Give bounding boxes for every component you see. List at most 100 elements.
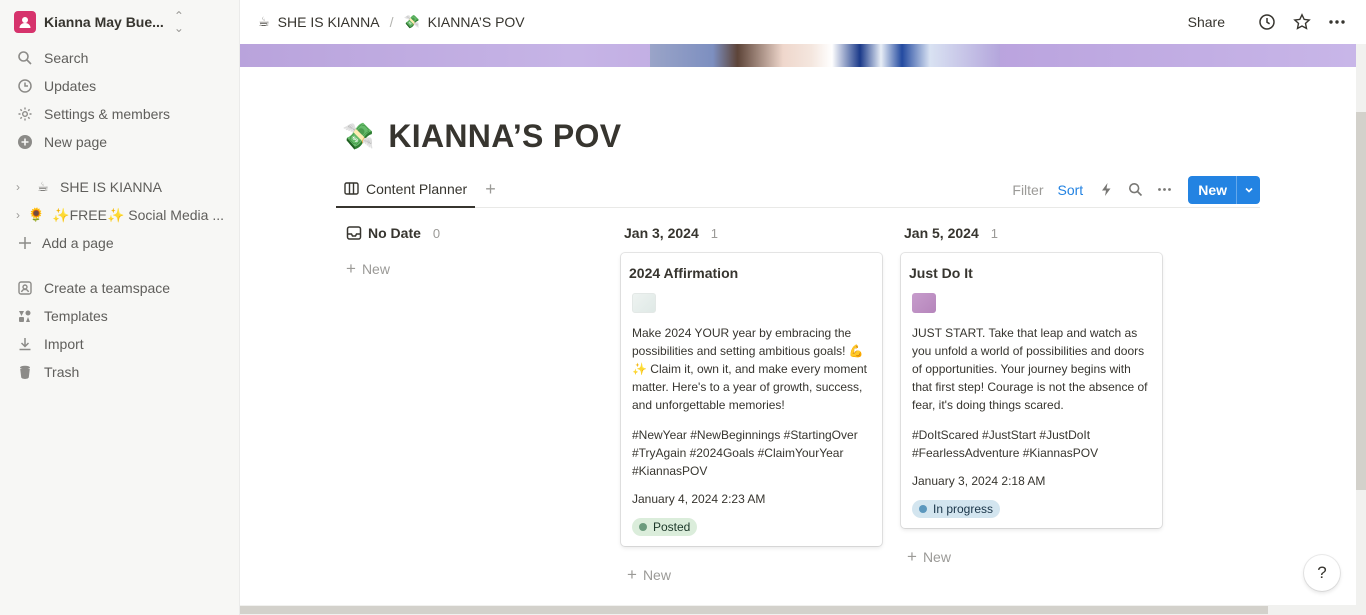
- import-icon: [16, 335, 34, 353]
- workspace-switcher[interactable]: Kianna May Bue... ⌃ ⌄: [0, 0, 239, 44]
- plus-icon: +: [627, 565, 637, 584]
- sidebar: Kianna May Bue... ⌃ ⌄ Search Updates Sett…: [0, 0, 240, 615]
- sidebar-item-updates[interactable]: Updates: [0, 72, 239, 100]
- sidebar-item-search[interactable]: Search: [0, 44, 239, 72]
- status-badge: In progress: [912, 500, 1001, 518]
- trash-icon: [16, 363, 34, 381]
- sidebar-add-page[interactable]: Add a page: [0, 229, 239, 257]
- database-view-bar: Content Planner + Filter Sort New: [336, 172, 1260, 208]
- card-body: Make 2024 YOUR year by embracing the pos…: [632, 326, 868, 412]
- inbox-icon: [346, 226, 362, 240]
- help-button[interactable]: ?: [1304, 555, 1340, 591]
- money-icon: 💸: [342, 121, 375, 151]
- page-cover: [240, 44, 1356, 67]
- column-count: 1: [990, 225, 998, 241]
- card-thumbnail: [912, 293, 936, 313]
- sidebar-item-label: New page: [44, 134, 108, 150]
- tab-content-planner[interactable]: Content Planner: [336, 172, 476, 208]
- add-new-jan-5[interactable]: + New: [907, 547, 951, 567]
- sidebar-page-label: SHE IS KIANNA: [60, 179, 162, 195]
- coffee-icon: ☕: [37, 179, 49, 194]
- sidebar-item-templates[interactable]: Templates: [0, 302, 239, 330]
- plus-circle-icon: [16, 133, 34, 151]
- add-new-no-date[interactable]: + New: [346, 259, 390, 279]
- more-icon[interactable]: [1155, 181, 1173, 199]
- page-title[interactable]: KIANNA’S POV: [388, 118, 621, 155]
- sunflower-icon: 🌻: [28, 207, 45, 222]
- add-view-button[interactable]: +: [485, 179, 496, 200]
- chevron-down-icon[interactable]: [1236, 175, 1260, 204]
- templates-icon: [16, 307, 34, 325]
- sidebar-item-label: Search: [44, 50, 89, 66]
- page-header: 💸 KIANNA’S POV: [342, 118, 621, 155]
- more-icon[interactable]: [1326, 11, 1348, 33]
- status-dot: [919, 505, 927, 513]
- sidebar-item-label: Templates: [44, 308, 108, 324]
- sidebar-item-trash[interactable]: Trash: [0, 358, 239, 386]
- filter-button[interactable]: Filter: [1012, 182, 1043, 198]
- add-new-jan-3[interactable]: + New: [627, 565, 671, 585]
- topbar: ☕ SHE IS KIANNA / 💸 KIANNA’S POV Share: [240, 0, 1366, 44]
- share-button[interactable]: Share: [1188, 14, 1225, 30]
- column-header-jan-5[interactable]: Jan 5, 2024 1: [904, 222, 998, 244]
- horizontal-scrollbar-thumb[interactable]: [240, 606, 1268, 614]
- sidebar-item-settings[interactable]: Settings & members: [0, 100, 239, 128]
- search-icon: [16, 49, 34, 67]
- new-button[interactable]: New: [1188, 175, 1260, 204]
- breadcrumb-separator: /: [389, 14, 394, 30]
- column-count: 0: [432, 225, 441, 241]
- plus-icon: [16, 234, 34, 252]
- breadcrumb-kiannas-pov[interactable]: 💸 KIANNA’S POV: [403, 14, 524, 30]
- sidebar-page-she-is-kianna[interactable]: › ☕ SHE IS KIANNA: [0, 173, 239, 201]
- workspace-avatar: [14, 11, 36, 33]
- card-body: JUST START. Take that leap and watch as …: [912, 326, 1148, 412]
- column-header-jan-3[interactable]: Jan 3, 2024 1: [624, 222, 718, 244]
- board-card-2024-affirmation[interactable]: 2024 Affirmation Make 2024 YOUR year by …: [621, 253, 882, 546]
- lightning-icon[interactable]: [1097, 181, 1115, 199]
- plus-icon: +: [346, 259, 356, 278]
- teamspace-icon: [16, 279, 34, 297]
- sidebar-item-label: Create a teamspace: [44, 280, 171, 296]
- view-actions: Filter Sort New: [1012, 175, 1260, 204]
- sort-button[interactable]: Sort: [1058, 182, 1084, 198]
- tab-label: Content Planner: [366, 180, 468, 197]
- sidebar-page-label: ✨FREE✨ Social Media ...: [52, 206, 224, 223]
- workspace-name: Kianna May Bue...: [44, 14, 164, 30]
- person-icon: [19, 17, 31, 28]
- column-count: 1: [710, 225, 718, 241]
- plus-icon: +: [907, 547, 917, 566]
- chevron-right-icon[interactable]: ›: [16, 180, 26, 194]
- sidebar-item-create-teamspace[interactable]: Create a teamspace: [0, 274, 239, 302]
- status-label: Posted: [653, 520, 691, 534]
- sidebar-item-new-page[interactable]: New page: [0, 128, 239, 156]
- sidebar-page-social-media[interactable]: › 🌻 ✨FREE✨ Social Media ...: [0, 201, 239, 229]
- breadcrumb-she-is-kianna[interactable]: ☕ SHE IS KIANNA: [258, 14, 380, 30]
- column-header-no-date[interactable]: No Date 0: [346, 222, 440, 244]
- board-icon: [344, 182, 359, 195]
- money-icon: 💸: [403, 14, 420, 29]
- top-actions: Share: [1188, 11, 1348, 33]
- sidebar-item-label: Import: [44, 336, 84, 352]
- history-icon[interactable]: [1256, 11, 1278, 33]
- vertical-scrollbar-thumb[interactable]: [1356, 112, 1366, 490]
- add-new-label: New: [642, 567, 671, 583]
- card-tags: #NewYear #NewBeginnings #StartingOver #T…: [632, 428, 858, 478]
- gear-icon: [16, 105, 34, 123]
- status-badge: Posted: [632, 518, 698, 536]
- new-button-label[interactable]: New: [1188, 176, 1236, 204]
- breadcrumb-label: KIANNA’S POV: [427, 14, 525, 30]
- card-date: January 3, 2024 2:18 AM: [912, 474, 1046, 488]
- chevron-updown-icon: ⌃ ⌄: [173, 9, 184, 35]
- card-thumbnail: [632, 293, 656, 313]
- sidebar-item-import[interactable]: Import: [0, 330, 239, 358]
- sidebar-item-label: Updates: [44, 78, 97, 94]
- column-name: Jan 5, 2024: [904, 225, 979, 241]
- chevron-right-icon[interactable]: ›: [16, 208, 20, 222]
- board-card-just-do-it[interactable]: Just Do It JUST START. Take that leap an…: [901, 253, 1162, 528]
- column-name: Jan 3, 2024: [624, 225, 699, 241]
- star-icon[interactable]: [1291, 11, 1313, 33]
- search-icon[interactable]: [1126, 181, 1144, 199]
- sidebar-item-label: Settings & members: [44, 106, 171, 122]
- add-new-label: New: [361, 261, 390, 277]
- sidebar-item-label: Trash: [44, 364, 80, 380]
